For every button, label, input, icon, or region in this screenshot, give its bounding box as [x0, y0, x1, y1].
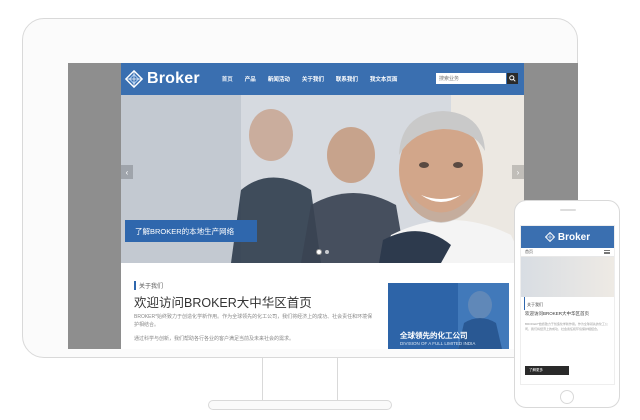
phone-mockup: Broker 首页 关于我们 欢迎访问BROKER大中华区首页 BROKER*始…	[514, 200, 620, 408]
menu-item-products[interactable]: 产品	[239, 75, 262, 83]
menu-item-home[interactable]: 首页	[216, 75, 239, 83]
search-icon	[509, 75, 516, 82]
desktop-website: Broker 首页 产品 新闻活动 关于我们 联系我们 我文本页面 搜索业务 ‹…	[121, 63, 524, 349]
phone-about-text: BROKER*始终致力于创造化学新作用。作为全球领先的化工公司，我们将经济上的成…	[525, 322, 608, 331]
phone-hero-image	[521, 257, 614, 297]
brand-logo[interactable]: Broker	[125, 70, 200, 88]
phone-screen: Broker 首页 关于我们 欢迎访问BROKER大中华区首页 BROKER*始…	[520, 225, 615, 385]
card-title: 全球领先的化工公司	[400, 331, 468, 340]
logo-mark-icon	[125, 70, 143, 88]
monitor-stand-neck	[262, 358, 338, 402]
about-section: 关于我们 欢迎访问BROKER大中华区首页 BROKER*始终致力于创造化学新作…	[121, 263, 524, 349]
monitor-screen: Broker 首页 产品 新闻活动 关于我们 联系我们 我文本页面 搜索业务 ‹…	[68, 63, 578, 349]
menu-item-about[interactable]: 关于我们	[296, 75, 330, 83]
about-section-tag: 关于我们	[134, 281, 163, 290]
about-paragraph-1: BROKER*始终致力于创造化学新作用。作为全球领先的化工公司，我们将经济上的成…	[134, 314, 373, 328]
company-feature-card[interactable]: 全球领先的化工公司 DIVISION OF A FULL LIMITED IND…	[388, 283, 509, 349]
about-paragraph-2: 通过科学与创新，我们帮助各行各业的客户满足当前及未来社会的需求。	[134, 336, 295, 342]
chevron-left-icon: ‹	[125, 167, 129, 177]
phone-header: Broker	[521, 226, 614, 248]
carousel-dot-2[interactable]	[325, 250, 329, 254]
logo-mark-icon	[544, 232, 555, 242]
phone-more-button[interactable]: 了解更多	[525, 366, 569, 375]
hero-banner: ‹ › 了解BROKER的本地生产网络	[121, 95, 524, 263]
search-input[interactable]	[436, 73, 506, 84]
phone-about-tag: 关于我们	[524, 297, 614, 310]
card-subtitle: DIVISION OF A FULL LIMITED INDIA	[400, 341, 476, 346]
search-button[interactable]	[507, 73, 518, 84]
hamburger-menu-icon[interactable]	[604, 250, 610, 254]
phone-about-title: 欢迎访问BROKER大中华区首页	[525, 311, 590, 316]
chevron-right-icon: ›	[516, 167, 520, 177]
phone-brand-name: Broker	[557, 231, 591, 243]
phone-nav-home[interactable]: 首页	[525, 249, 533, 255]
menu-item-contact[interactable]: 联系我们	[330, 75, 364, 83]
hero-prev-button[interactable]: ‹	[121, 165, 133, 179]
hero-next-button[interactable]: ›	[512, 165, 524, 179]
about-title: 欢迎访问BROKER大中华区首页	[134, 296, 312, 310]
top-navbar: Broker 首页 产品 新闻活动 关于我们 联系我们 我文本页面	[121, 63, 524, 95]
brand-name: Broker	[147, 70, 200, 87]
phone-home-button[interactable]	[560, 390, 574, 404]
main-menu: 首页 产品 新闻活动 关于我们 联系我们 我文本页面	[216, 75, 404, 83]
phone-nav-bar: 首页	[521, 248, 614, 257]
carousel-dots	[317, 250, 329, 254]
monitor-stand-base	[208, 400, 392, 410]
menu-item-news[interactable]: 新闻活动	[262, 75, 296, 83]
hero-caption[interactable]: 了解BROKER的本地生产网络	[125, 220, 257, 242]
phone-speaker	[560, 209, 576, 211]
device-mockups: Broker 首页 产品 新闻活动 关于我们 联系我们 我文本页面 搜索业务 ‹…	[0, 0, 640, 420]
desktop-monitor: Broker 首页 产品 新闻活动 关于我们 联系我们 我文本页面 搜索业务 ‹…	[22, 18, 578, 358]
carousel-dot-1[interactable]	[317, 250, 321, 254]
menu-item-text-page[interactable]: 我文本页面	[364, 75, 404, 83]
